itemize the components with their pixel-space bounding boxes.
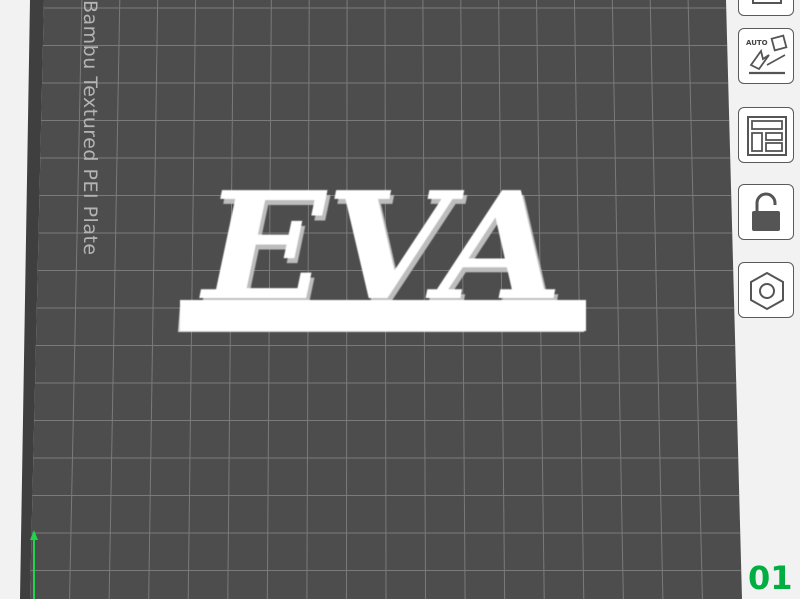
3d-viewport[interactable]: EVA EVA Bambu Textured PEI Plate AUTO 01 [0, 0, 800, 599]
model-base [180, 300, 586, 331]
auto-orient-button[interactable]: AUTO [738, 28, 794, 84]
right-toolbar: AUTO [728, 0, 800, 599]
auto-orient-icon: AUTO [746, 34, 788, 75]
unlock-icon [752, 192, 780, 231]
cube-icon [752, 0, 782, 4]
arrange-button[interactable] [738, 107, 794, 163]
lock-button[interactable] [738, 184, 794, 240]
arrange-icon [747, 116, 787, 156]
build-plate[interactable]: EVA EVA [0, 0, 800, 599]
plate-number[interactable]: 01 [748, 558, 793, 598]
view-cube-button[interactable] [738, 0, 794, 16]
auto-badge: AUTO [746, 39, 768, 47]
plate-type-label: Bambu Textured PEI Plate [79, 0, 101, 256]
hex-nut-icon [750, 271, 784, 311]
model-eva[interactable]: EVA EVA [178, 159, 586, 338]
settings-button[interactable] [738, 262, 794, 318]
